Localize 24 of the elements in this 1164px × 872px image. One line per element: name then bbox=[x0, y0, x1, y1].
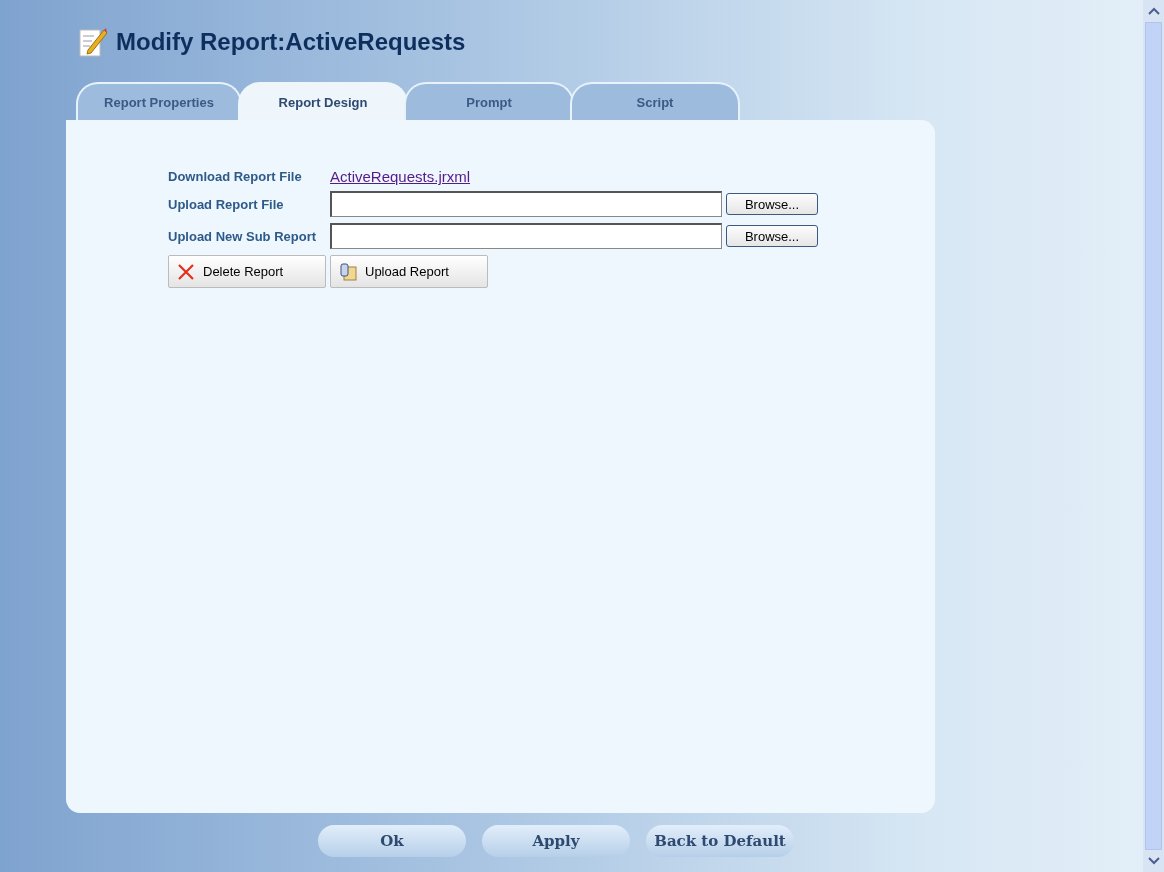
tab[interactable]: Report Design bbox=[238, 82, 408, 120]
footer-button[interactable]: Apply bbox=[482, 825, 630, 857]
tab[interactable]: Script bbox=[570, 82, 740, 120]
browse-button[interactable]: Browse... bbox=[726, 193, 818, 215]
field-label: Upload Report File bbox=[168, 195, 285, 213]
page-title: Modify Report:ActiveRequests bbox=[116, 28, 466, 56]
footer-button[interactable]: Ok bbox=[318, 825, 466, 857]
upload-report-button[interactable]: Upload Report bbox=[330, 255, 488, 288]
file-link[interactable]: ActiveRequests.jrxml bbox=[330, 168, 471, 185]
field-label: Download Report File bbox=[168, 168, 303, 185]
delete-report-button[interactable]: Delete Report bbox=[168, 255, 326, 288]
scroll-up-icon[interactable] bbox=[1146, 6, 1161, 16]
scroll-down-icon[interactable] bbox=[1146, 856, 1161, 866]
file-input-field[interactable] bbox=[330, 191, 722, 217]
cross-icon bbox=[177, 262, 195, 281]
footer-button[interactable]: Back to Default bbox=[646, 825, 794, 857]
file-input-field[interactable] bbox=[330, 223, 722, 249]
browse-button[interactable]: Browse... bbox=[726, 225, 818, 247]
edit-document-icon bbox=[78, 26, 108, 58]
tab[interactable]: Prompt bbox=[404, 82, 574, 120]
clipboard-icon bbox=[339, 262, 357, 281]
field-label: Upload New Sub Report bbox=[168, 227, 318, 245]
tab[interactable]: Report Properties bbox=[76, 82, 242, 120]
scrollbar[interactable] bbox=[1143, 0, 1164, 872]
